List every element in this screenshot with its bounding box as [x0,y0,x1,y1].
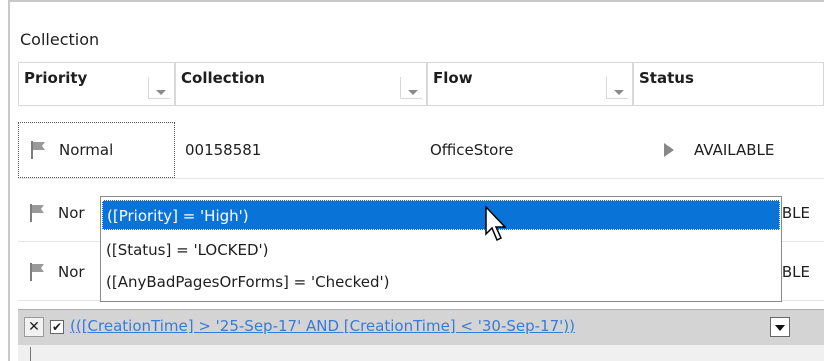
flag-icon [30,263,44,281]
column-header-priority[interactable]: Priority [18,62,175,106]
column-header-label: Collection [181,69,265,87]
priority-text: Nor [58,204,85,222]
bottom-scroll-area [18,345,824,361]
panel-title: Collection [20,30,100,49]
table-row[interactable]: Normal 00158581 OfficeStore AVAILABLE [18,122,824,179]
filter-dropdown-icon[interactable] [606,77,628,99]
grip-icon[interactable] [30,347,31,361]
flow-cell[interactable]: OfficeStore [426,122,630,178]
status-text: BLE [781,263,810,281]
play-icon [664,143,674,157]
suggestion-item[interactable]: ([Status] = 'LOCKED') [102,235,780,265]
column-header-row: Priority Collection Flow Status [18,62,824,106]
suggestion-item[interactable]: ([Priority] = 'High') [102,200,780,230]
flag-icon [30,204,44,222]
priority-text: Normal [59,141,114,159]
priority-text: Nor [58,263,85,281]
grid-frame [8,0,824,361]
status-text: AVAILABLE [694,141,775,159]
column-header-label: Flow [433,69,473,87]
filter-history-dropdown[interactable] [770,317,790,337]
suggestion-item[interactable]: ([AnyBadPagesOrForms] = 'Checked') [102,267,780,297]
column-header-status[interactable]: Status [633,62,824,106]
mouse-cursor-icon [485,206,507,242]
status-text: BLE [781,204,810,222]
column-header-collection[interactable]: Collection [175,62,427,106]
filter-bar: ✕ ✔ (([CreationTime] > '25-Sep-17' AND [… [18,309,824,346]
clear-filter-button[interactable]: ✕ [24,317,44,337]
column-header-label: Priority [24,69,88,87]
column-header-flow[interactable]: Flow [427,62,633,106]
filter-enabled-checkbox[interactable]: ✔ [50,320,64,334]
column-header-label: Status [639,69,694,87]
priority-cell[interactable]: Normal [18,122,175,178]
filter-dropdown-icon[interactable] [400,77,422,99]
filter-suggestion-popup: ([Priority] = 'High') ([Status] = 'LOCKE… [100,196,782,302]
filter-dropdown-icon[interactable] [148,77,170,99]
collection-cell[interactable]: 00158581 [181,122,430,178]
status-cell[interactable]: AVAILABLE [664,122,824,178]
flag-icon [31,141,45,159]
filter-expression-link[interactable]: (([CreationTime] > '25-Sep-17' AND [Crea… [70,317,575,335]
